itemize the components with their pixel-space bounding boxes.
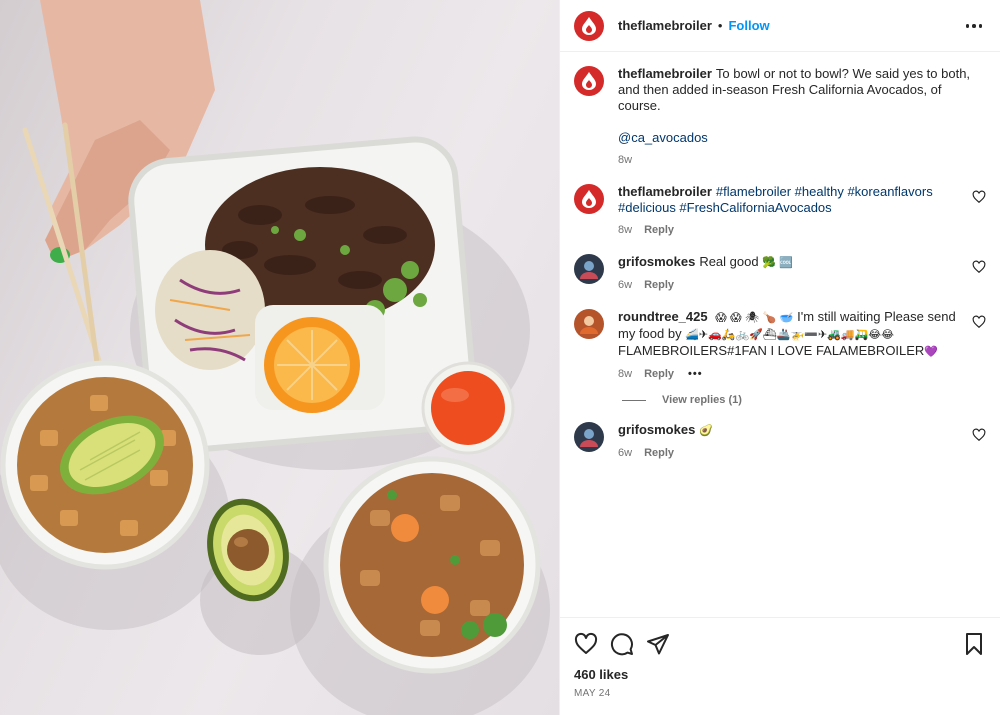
post-header: theflamebroiler • Follow (560, 0, 1000, 52)
post-details-panel: theflamebroiler • Follow theflamebroiler… (559, 0, 1000, 715)
flame-drop-icon (582, 190, 596, 208)
more-options-icon[interactable] (962, 14, 986, 38)
reply-button[interactable]: Reply (644, 277, 674, 293)
comment-emoji: 🥑 (699, 424, 714, 437)
user-icon (580, 316, 598, 334)
reply-button[interactable]: Reply (644, 366, 674, 382)
avatar[interactable] (574, 422, 604, 452)
caption-time[interactable]: 8w (618, 152, 632, 168)
comment-icon[interactable] (610, 632, 634, 656)
comment-emoji: 🚄✈🚗🛵🚲🚀⛴🚢🚁➖✈🚜🚚🛺😂😂 (685, 328, 894, 341)
comment-emoji: 😱 😱 🕷 🍗 🥣 (715, 311, 794, 324)
heart-icon[interactable] (574, 632, 598, 656)
heart-icon[interactable] (972, 190, 986, 204)
comment-options-icon[interactable]: ••• (688, 366, 703, 382)
user-icon (580, 429, 598, 447)
separator-dot: • (717, 18, 723, 33)
flame-drop-icon (582, 16, 596, 35)
caption: theflamebroiler To bowl or not to bowl? W… (574, 66, 986, 168)
post-date[interactable]: MAY 24 (574, 688, 986, 699)
post-image[interactable] (0, 0, 559, 715)
heart-icon[interactable] (972, 260, 986, 274)
caption-username[interactable]: theflamebroiler (618, 66, 712, 81)
bookmark-icon[interactable] (962, 632, 986, 656)
comment-text: FLAMEBROILERS#1FAN I LOVE FALAMEBROILER (618, 343, 925, 358)
reply-button[interactable]: Reply (644, 445, 674, 461)
avatar[interactable] (574, 254, 604, 284)
comment-username[interactable]: grifosmokes (618, 254, 695, 269)
heart-icon[interactable] (972, 315, 986, 329)
avatar[interactable] (574, 66, 604, 96)
heart-icon[interactable] (972, 428, 986, 442)
comments-list: theflamebroiler To bowl or not to bowl? W… (560, 52, 1000, 617)
list-item: theflamebroiler #flamebroiler #healthy #k… (574, 184, 986, 238)
list-item: roundtree_425 😱 😱 🕷 🍗 🥣 I'm still waitin… (574, 309, 986, 382)
comment-time[interactable]: 6w (618, 445, 632, 461)
flame-drop-icon (582, 72, 596, 90)
comment-emoji: 🥦 🆒 (762, 256, 794, 269)
comment-time[interactable]: 8w (618, 222, 632, 238)
comment-emoji: 💜 (924, 345, 939, 358)
user-icon (580, 261, 598, 279)
comment-time[interactable]: 8w (618, 366, 632, 382)
view-replies-button[interactable]: View replies (1) (622, 394, 986, 406)
likes-count[interactable]: 460 likes (574, 667, 986, 682)
share-icon[interactable] (646, 632, 670, 656)
comment-username[interactable]: grifosmokes (618, 422, 695, 437)
comment-time[interactable]: 6w (618, 277, 632, 293)
avatar[interactable] (574, 184, 604, 214)
view-replies-label: View replies (1) (662, 394, 742, 406)
comment-text: Real good (699, 254, 759, 269)
food-photo-illustration (0, 0, 550, 715)
avatar[interactable] (574, 309, 604, 339)
comment-username[interactable]: roundtree_425 (618, 309, 708, 324)
comment-username[interactable]: theflamebroiler (618, 184, 712, 199)
follow-button[interactable]: Follow (728, 18, 769, 33)
mention-link[interactable]: @ca_avocados (618, 130, 708, 145)
post-actions: 460 likes MAY 24 (560, 617, 1000, 715)
post-author-username[interactable]: theflamebroiler (618, 18, 712, 33)
list-item: grifosmokes Real good 🥦 🆒 6w Reply (574, 254, 986, 293)
avatar[interactable] (574, 10, 604, 41)
divider (622, 399, 646, 401)
reply-button[interactable]: Reply (644, 222, 674, 238)
list-item: grifosmokes 🥑 6w Reply (574, 422, 986, 461)
